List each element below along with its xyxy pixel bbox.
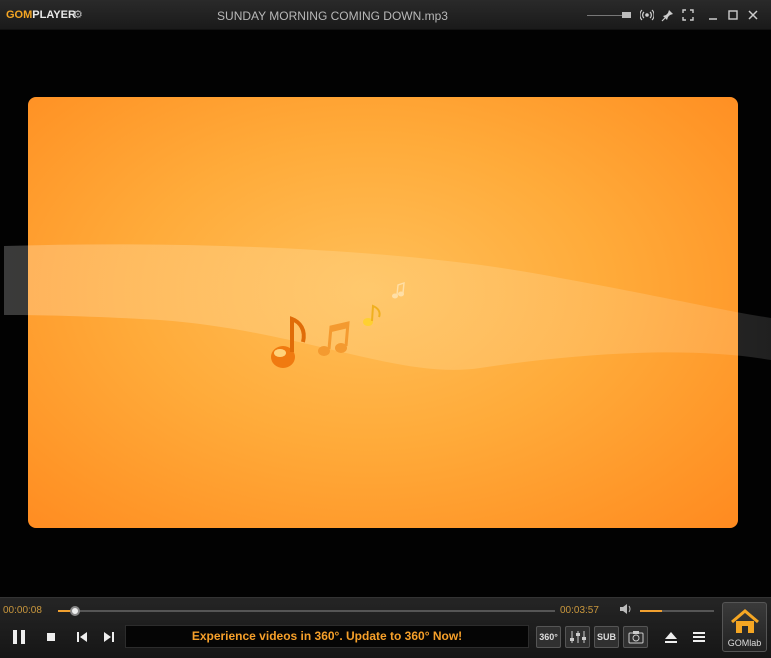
opacity-slider-track[interactable] (587, 15, 623, 16)
seek-bar-handle[interactable] (69, 606, 80, 616)
close-icon[interactable] (746, 8, 760, 22)
video-display[interactable] (0, 30, 771, 597)
subtitle-button[interactable]: SUB (594, 626, 619, 648)
stop-button[interactable] (40, 626, 62, 648)
elapsed-time: 00:00:08 (3, 605, 42, 616)
title-bar: GOMPLAYER ⚙ SUNDAY MORNING COMING DOWN.m… (0, 0, 771, 30)
home-icon (731, 609, 759, 633)
opacity-slider-handle[interactable] (622, 12, 631, 18)
volume-icon[interactable] (619, 603, 633, 618)
pause-button[interactable] (8, 626, 30, 648)
minimize-icon[interactable] (706, 8, 720, 22)
volume-slider[interactable] (640, 610, 714, 612)
total-duration: 00:03:57 (560, 605, 599, 616)
audio-visualization-art (28, 97, 738, 528)
seek-bar[interactable] (58, 606, 555, 616)
eject-icon[interactable] (660, 626, 682, 648)
camera-icon[interactable] (623, 626, 648, 648)
window-title: SUNDAY MORNING COMING DOWN.mp3 (217, 9, 448, 23)
menu-icon[interactable] (688, 626, 710, 648)
update-banner[interactable]: Experience videos in 360°. Update to 360… (125, 625, 529, 648)
broadcast-icon[interactable] (639, 8, 655, 22)
control-bar: 00:00:08 00:03:57 Experience videos in 3… (0, 597, 771, 658)
next-button[interactable] (98, 626, 120, 648)
equalizer-icon[interactable] (565, 626, 590, 648)
previous-button[interactable] (71, 626, 93, 648)
vr360-button[interactable]: 360° (536, 626, 561, 648)
fullscreen-icon[interactable] (681, 8, 695, 22)
maximize-icon[interactable] (726, 8, 740, 22)
pin-icon[interactable] (661, 8, 675, 22)
gomlab-button[interactable]: GOMlab (722, 602, 767, 652)
volume-slider-fill (640, 610, 663, 612)
